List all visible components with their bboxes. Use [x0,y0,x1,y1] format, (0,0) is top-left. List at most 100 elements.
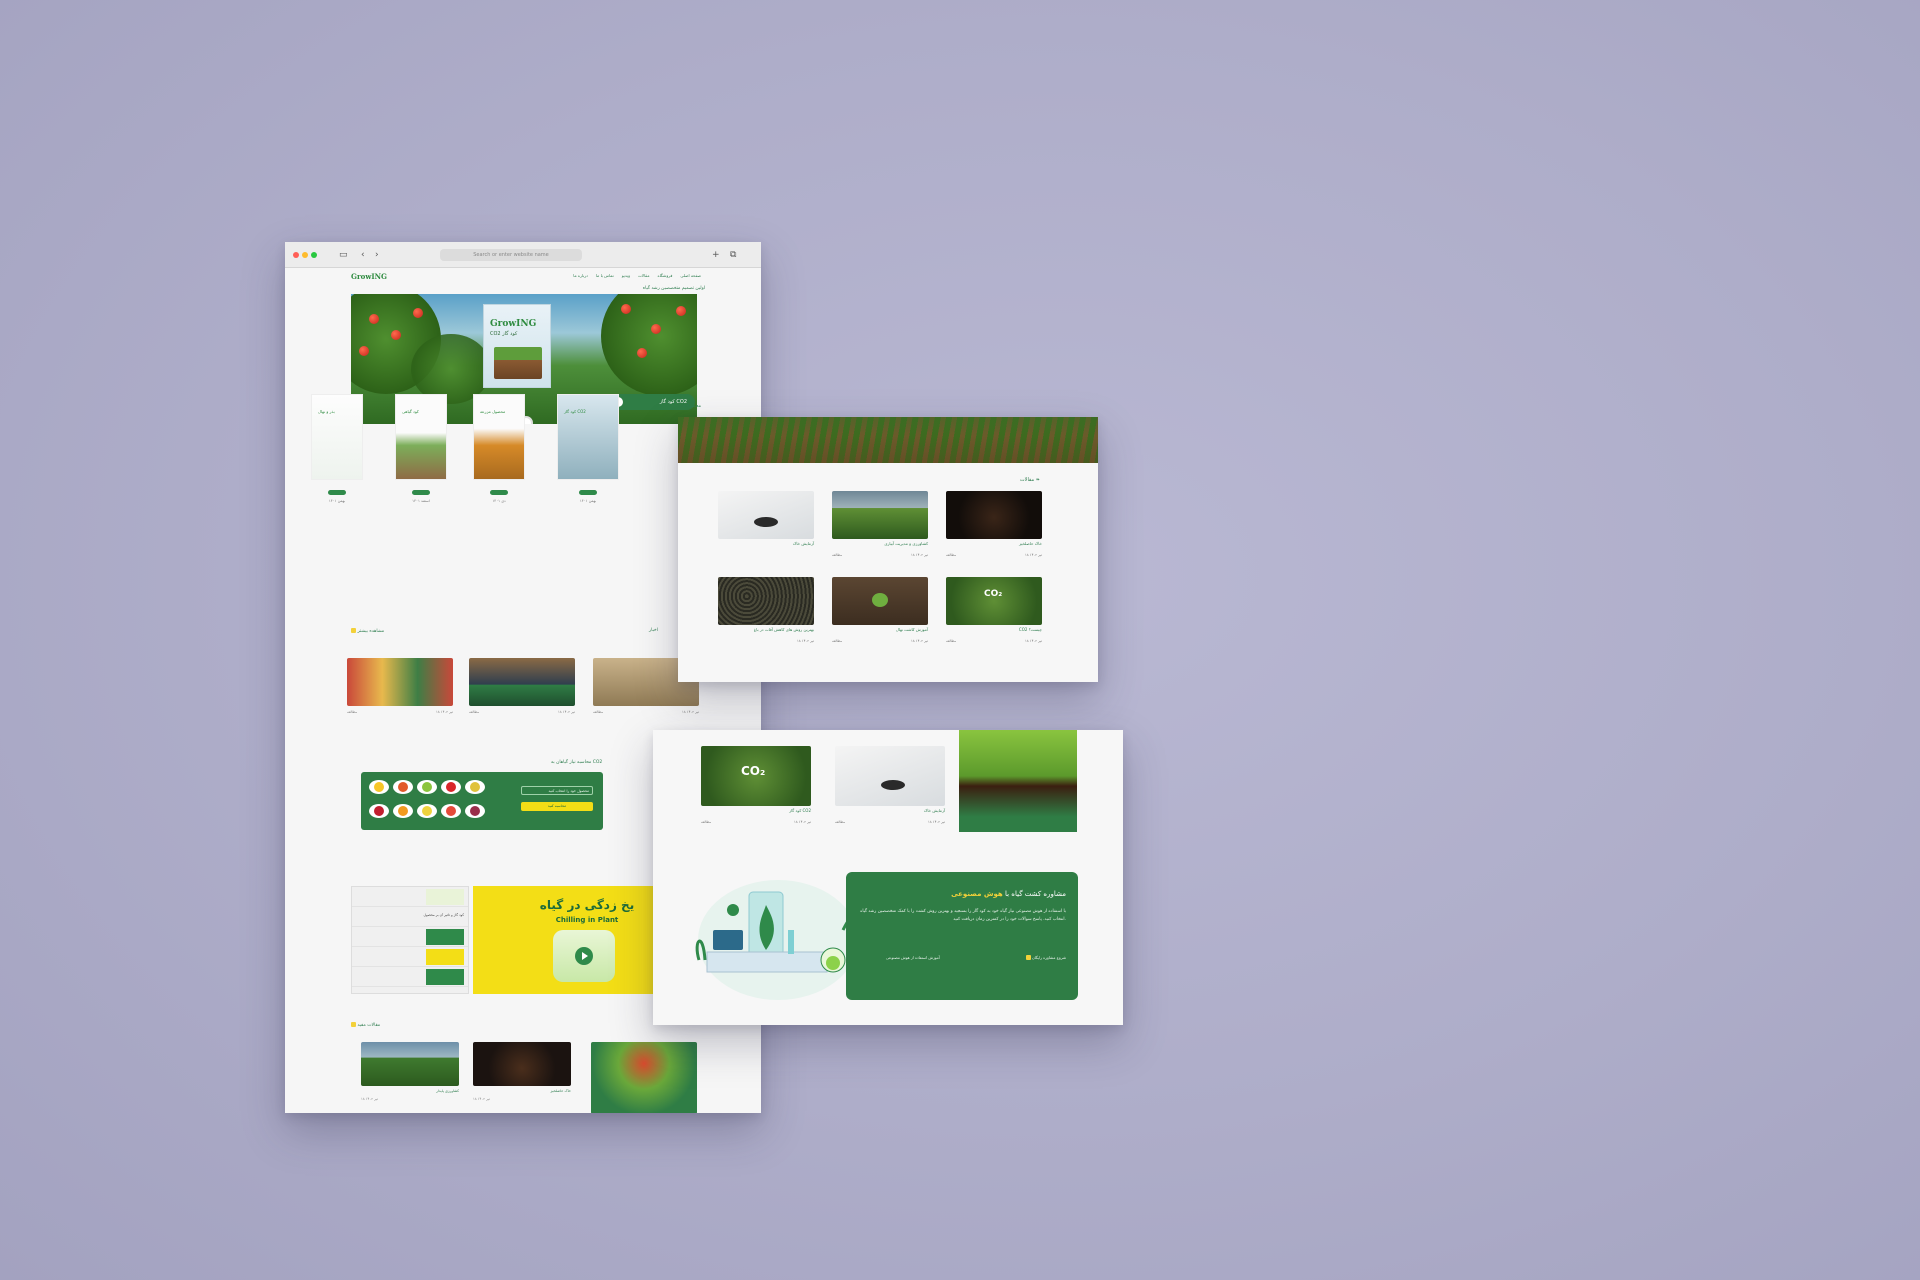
panel-section-title-label: مقالات [1019,477,1035,483]
ai-start-label: شروع مشاوره رایگان [1031,954,1066,960]
sidebar-icon[interactable]: ▭ [339,249,348,261]
fruit-option[interactable] [465,804,485,818]
articles-title-label: مقالات مفید [357,1023,381,1028]
ai-description: با استفاده از هوش مصنوعی نیاز گیاه خود ب… [860,909,1066,922]
fruit-option[interactable] [369,780,389,794]
book-subtitle: CO2 کود گاز [490,331,518,337]
article-card[interactable]: کشاورزی پایدار ۱۸ تیر ۱۴۰۲ [361,1042,459,1101]
news-more-link[interactable]: مشاهده بیشتر [351,628,384,634]
ai-heading-text: مشاوره کشت گیاه با [1004,890,1066,898]
articles-panel: مقالات ❧ آزمایش خاک کشاورزی و مدیریت آبی… [678,417,1098,682]
article-card[interactable]: CO₂ CO2 چیست؟ مطالعه ۱۸ تیر ۱۴۰۲ [946,577,1042,643]
article-date: ۱۸ تیر ۱۴۰۲ [911,639,928,643]
product-tag [412,490,430,495]
ai-heading-highlight: هوش مصنوعی [951,890,1003,898]
product-card[interactable]: کود گیاهی اسفند ۱۴۰۱ [395,394,447,503]
fruit-section-title: محاسبه نیاز گیاهان به CO2 [551,760,603,765]
article-date: ۱۸ تیر ۱۴۰۲ [1025,639,1042,643]
field-banner-image [678,417,1098,463]
article-read[interactable]: مطالعه [832,553,842,557]
product-banner-image[interactable] [959,730,1077,832]
video-list-item[interactable]: ویدیو آموزشی [352,887,468,907]
news-card[interactable]: مطالعه ۱۸ تیر ۱۴۰۲ [347,658,453,714]
product-card[interactable]: محصول مزرعه دی ۱۴۰۱ [473,394,525,503]
article-read[interactable]: مطالعه [835,820,845,824]
article-date: ۱۸ تیر ۱۴۰۲ [797,639,814,643]
site-logo[interactable]: GrowING [351,272,387,281]
nav-item[interactable]: صفحه اصلی [680,273,701,278]
article-read[interactable]: مطالعه [832,639,842,643]
article-date: ۱۸ تیر ۱۴۰۲ [473,1097,490,1101]
leaf-image [553,930,615,982]
fruit-select[interactable]: محصول خود را انتخاب کنید [521,786,593,795]
product-card[interactable]: کود گاز CO2 بهمن ۱۴۰۱ [557,394,619,503]
news-read[interactable]: مطالعه [593,710,603,714]
forward-icon[interactable]: › [375,249,379,261]
news-card[interactable]: مطالعه ۱۸ تیر ۱۴۰۲ [469,658,575,714]
close-window-button[interactable] [293,252,299,258]
address-bar[interactable]: Search or enter website name [440,249,582,261]
news-date: ۱۸ تیر ۱۴۰۲ [436,710,453,714]
product-caption: بذر و نهال [318,409,335,414]
fruit-image [391,330,401,340]
fruit-image [637,348,647,358]
article-card[interactable]: CO₂ کود گاز CO2 مطالعه ۱۸ تیر ۱۴۰۲ [701,746,811,824]
product-card[interactable]: بذر و نهال بهمن ۱۴۰۱ [311,394,363,503]
article-card[interactable]: خاک حاصلخیز مطالعه ۱۸ تیر ۱۴۰۲ [946,491,1042,557]
fruit-option[interactable] [393,804,413,818]
nav-item[interactable]: مقالات [638,273,649,278]
article-title: آموزش کاشت نهال [895,627,928,632]
product-date: بهمن ۱۴۰۱ [328,499,346,503]
article-card[interactable]: آموزش کاشت نهال مطالعه ۱۸ تیر ۱۴۰۲ [832,577,928,643]
video-list-item[interactable]: رشد گیاه [352,927,468,947]
tabs-overview-icon[interactable]: ⧉ [730,249,736,261]
video-list-item[interactable]: نحوه استفاده [352,947,468,967]
calculate-button[interactable]: محاسبه کنید [521,802,593,811]
video-list-item[interactable]: کود گاز و تاثیر آن بر محصول [352,907,468,927]
article-card[interactable]: آزمایش خاک مطالعه ۱۸ تیر ۱۴۰۲ [835,746,945,824]
fruit-option[interactable] [465,780,485,794]
book-title: GrowING [490,319,537,329]
article-read[interactable]: مطالعه [946,639,956,643]
video-playlist: ویدیو آموزشی کود گاز و تاثیر آن بر محصول… [351,886,469,994]
nav-item[interactable]: درباره ما [573,273,588,278]
article-read[interactable]: مطالعه [701,820,711,824]
product-tag [579,490,597,495]
product-tag [490,490,508,495]
news-read[interactable]: مطالعه [347,710,357,714]
article-card[interactable]: کشاورزی و مدیریت آبیاری مطالعه ۱۸ تیر ۱۴۰… [832,491,928,557]
nav-item[interactable]: فروشگاه [657,273,672,278]
fruit-option[interactable] [441,780,461,794]
fruit-option[interactable] [441,804,461,818]
fruit-option[interactable] [393,780,413,794]
minimize-window-button[interactable] [302,252,308,258]
site-header: GrowING صفحه اصلی فروشگاه مقالات ویدیو ت… [285,268,761,284]
nav-item[interactable]: ویدیو [622,273,630,278]
nav-item[interactable]: تماس با ما [596,273,614,278]
products-title: محصولات [682,404,701,409]
back-icon[interactable]: ‹ [361,249,365,261]
ai-start-link[interactable]: شروع مشاوره رایگان [1025,954,1066,960]
co2-leaf-icon: CO₂ [741,764,766,778]
article-card[interactable]: آزمایش خاک [718,491,814,549]
fruit-option[interactable] [417,804,437,818]
article-read[interactable]: مطالعه [946,553,956,557]
new-tab-icon[interactable]: + [712,249,720,261]
fruit-image [676,306,686,316]
fruit-option[interactable] [369,804,389,818]
article-title: بهترین روش های کاهش آفات در باغ [753,627,814,632]
article-card[interactable] [591,1042,697,1113]
ai-consult-card: مشاوره کشت گیاه با هوش مصنوعی با استفاده… [846,872,1078,1000]
fruit-image [621,304,631,314]
article-card[interactable]: خاک حاصلخیز ۱۸ تیر ۱۴۰۲ [473,1042,571,1101]
article-card[interactable]: بهترین روش های کاهش آفات در باغ ۱۸ تیر ۱… [718,577,814,643]
fruit-image [369,314,379,324]
article-date: ۱۸ تیر ۱۴۰۲ [361,1097,378,1101]
news-read[interactable]: مطالعه [469,710,479,714]
play-icon[interactable] [575,947,593,965]
ai-tutorial-link[interactable]: آموزش استفاده از هوش مصنوعی [886,955,940,960]
fruit-option[interactable] [417,780,437,794]
zoom-window-button[interactable] [311,252,317,258]
article-title: خاک حاصلخیز [1019,541,1042,546]
video-list-item[interactable]: کود گاز [352,967,468,987]
